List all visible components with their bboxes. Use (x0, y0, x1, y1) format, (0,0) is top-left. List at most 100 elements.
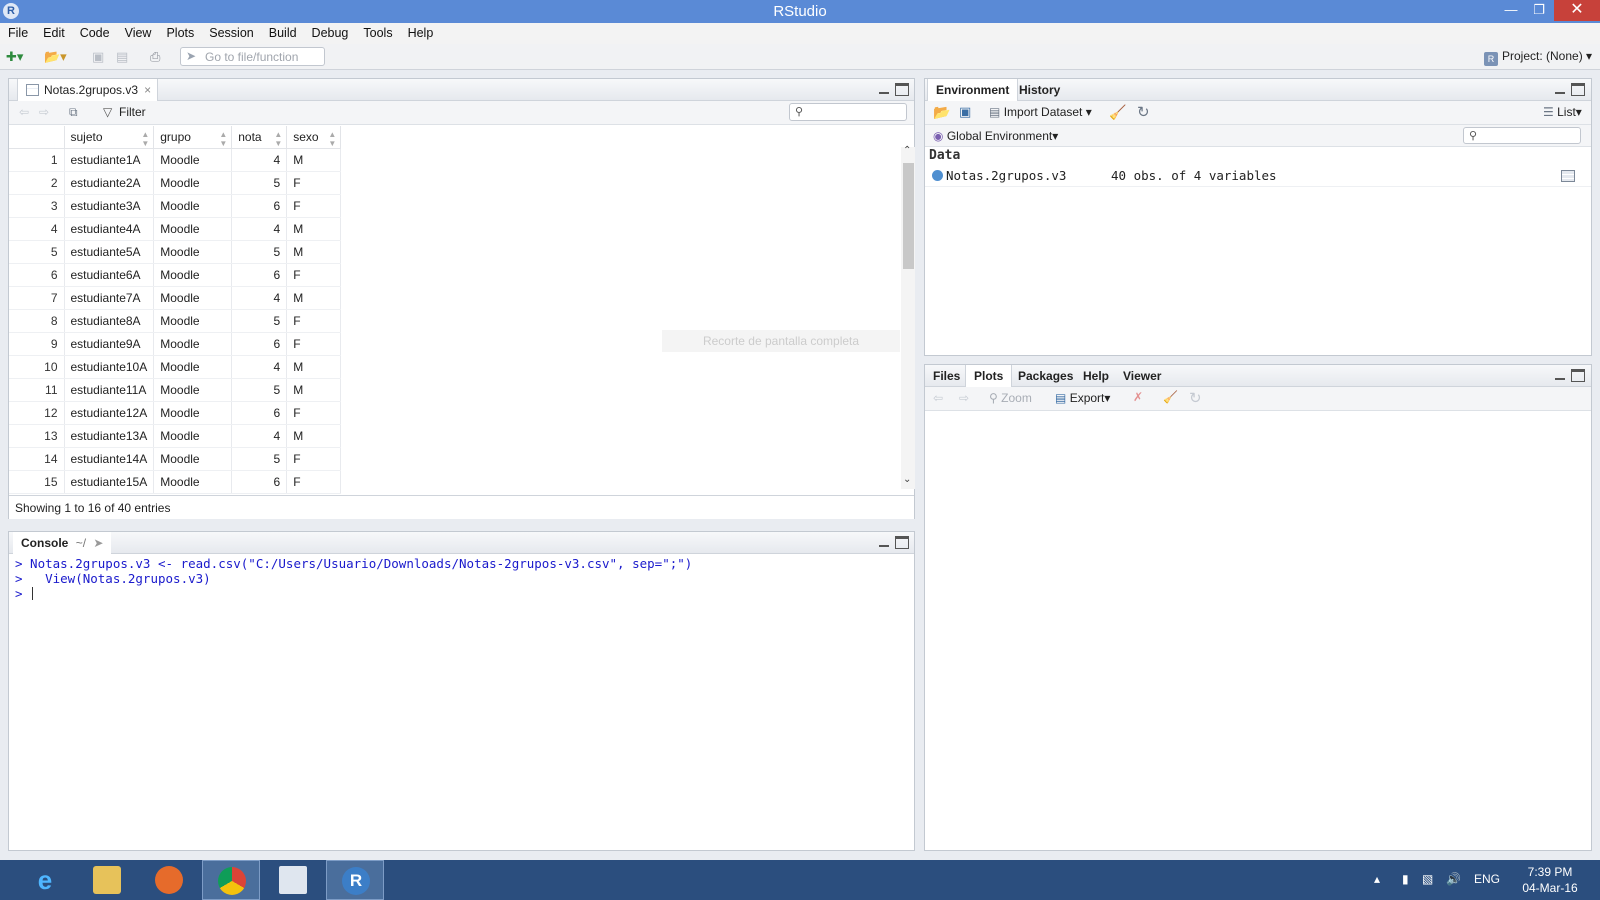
restore-window-button[interactable]: ❐ (1524, 0, 1554, 21)
global-environment-dropdown[interactable]: ◉ Global Environment▾ (933, 129, 1058, 143)
taskbar-internet-explorer[interactable]: e (16, 860, 74, 900)
menu-session[interactable]: Session (201, 23, 260, 40)
volume-icon[interactable]: 🔊 (1446, 872, 1461, 886)
tab-history[interactable]: History (1011, 79, 1068, 101)
maximize-pane-button[interactable] (895, 83, 909, 96)
tab-plots[interactable]: Plots (965, 365, 1013, 387)
popout-icon[interactable]: ⧉ (69, 105, 78, 120)
column-header-grupo[interactable]: grupo ▲ ▼ (153, 126, 233, 149)
column-header-nota[interactable]: nota ▲ ▼ (231, 126, 288, 149)
table-row[interactable]: 1 estudiante1A Moodle 4 M (9, 148, 342, 172)
tab-notas-2grupos[interactable]: Notas.2grupos.v3 × (17, 79, 159, 101)
table-row[interactable]: 8 estudiante8A Moodle 5 F (9, 309, 342, 333)
save-workspace-icon[interactable]: ▣ (959, 104, 971, 120)
table-row[interactable]: 11 estudiante11A Moodle 5 M (9, 378, 342, 402)
table-row[interactable]: 7 estudiante7A Moodle 4 M (9, 286, 342, 310)
table-row[interactable]: 5 estudiante5A Moodle 5 M (9, 240, 342, 264)
environment-item[interactable]: Notas.2grupos.v3 40 obs. of 4 variables (925, 165, 1591, 187)
menu-debug[interactable]: Debug (304, 23, 356, 40)
column-header-sexo[interactable]: sexo ▲ ▼ (286, 126, 342, 149)
go-to-file-input[interactable]: ➤ Go to file/function (180, 47, 325, 66)
table-row[interactable]: 15 estudiante15A Moodle 6 F (9, 470, 342, 494)
table-row[interactable]: 2 estudiante2A Moodle 5 F (9, 171, 342, 195)
table-row[interactable]: 3 estudiante3A Moodle 6 F (9, 194, 342, 218)
data-search-input[interactable]: ⚲ (789, 103, 907, 121)
refresh-plot-icon[interactable]: ↻ (1189, 389, 1202, 407)
network-signal-icon[interactable]: ▧ (1422, 872, 1433, 886)
battery-icon[interactable]: ▮ (1402, 872, 1409, 886)
export-button[interactable]: ▤ Export▾ (1055, 391, 1110, 405)
sort-icon[interactable]: ▲ ▼ (328, 130, 336, 148)
table-row[interactable]: 10 estudiante10A Moodle 4 M (9, 355, 342, 379)
expand-item-icon[interactable] (932, 170, 943, 181)
menu-file[interactable]: File (0, 23, 35, 40)
next-plot-icon[interactable]: ⇨ (959, 391, 969, 405)
remove-plot-icon[interactable]: ✗ (1133, 390, 1143, 404)
minimize-window-button[interactable]: — (1496, 0, 1526, 21)
sort-icon[interactable]: ▲ ▼ (219, 130, 227, 148)
maximize-env-button[interactable] (1571, 83, 1585, 96)
open-file-icon[interactable]: 📂▾ (44, 49, 67, 65)
tab-files[interactable]: Files (925, 365, 968, 387)
import-dataset-button[interactable]: ▤ Import Dataset ▾ (989, 105, 1092, 119)
console-tab[interactable]: Console ~/ ➤ (13, 532, 112, 554)
view-mode-dropdown[interactable]: ☰ List▾ (1543, 105, 1582, 119)
console-output[interactable]: > Notas.2grupos.v3 <- read.csv("C:/Users… (15, 556, 692, 601)
menu-tools[interactable]: Tools (355, 23, 399, 40)
table-row[interactable]: 6 estudiante6A Moodle 6 F (9, 263, 342, 287)
maximize-console-button[interactable] (895, 536, 909, 549)
column-header-sujeto[interactable]: sujeto ▲ ▼ (64, 126, 155, 149)
taskbar-file-explorer[interactable] (78, 860, 136, 900)
table-row[interactable]: 9 estudiante9A Moodle 6 F (9, 332, 342, 356)
load-workspace-icon[interactable]: 📂 (933, 104, 950, 121)
filter-icon[interactable]: ▽ (103, 105, 112, 119)
taskbar-chrome[interactable] (202, 860, 260, 900)
clear-plots-icon[interactable]: 🧹 (1163, 390, 1178, 404)
scrollbar-thumb[interactable] (903, 163, 914, 269)
menu-edit[interactable]: Edit (35, 23, 72, 40)
environment-search-input[interactable]: ⚲ (1463, 127, 1581, 144)
clear-broom-icon[interactable]: 🧹 (1109, 104, 1126, 121)
save-icon[interactable]: ▣ (92, 49, 104, 65)
close-window-button[interactable]: ✕ (1554, 0, 1600, 21)
maximize-files-button[interactable] (1571, 369, 1585, 382)
refresh-icon[interactable]: ↻ (1137, 103, 1150, 121)
console-goto-icon[interactable]: ➤ (93, 536, 103, 550)
scroll-down-icon[interactable]: ⌄ (903, 474, 911, 485)
taskbar-firefox[interactable] (140, 860, 198, 900)
forward-arrow-icon[interactable]: ⇨ (39, 105, 49, 119)
menu-view[interactable]: View (117, 23, 159, 40)
tab-help[interactable]: Help (1075, 365, 1117, 387)
sort-icon[interactable]: ▲ ▼ (274, 130, 282, 148)
system-clock[interactable]: 7:39 PM 04-Mar-16 (1510, 864, 1590, 896)
taskbar-app-window[interactable] (264, 860, 322, 900)
minimize-console-button[interactable] (877, 536, 891, 549)
minimize-pane-button[interactable] (877, 83, 891, 96)
language-indicator[interactable]: ENG (1474, 872, 1500, 886)
save-all-icon[interactable]: ▤ (116, 49, 128, 65)
previous-plot-icon[interactable]: ⇦ (933, 391, 943, 405)
print-icon[interactable]: ⎙ (150, 49, 160, 65)
table-row[interactable]: 4 estudiante4A Moodle 4 M (9, 217, 342, 241)
tab-viewer[interactable]: Viewer (1115, 365, 1169, 387)
table-row[interactable]: 13 estudiante13A Moodle 4 M (9, 424, 342, 448)
back-arrow-icon[interactable]: ⇦ (19, 105, 29, 119)
project-menu[interactable]: R Project: (None) ▾ (1484, 49, 1592, 66)
console-prompt[interactable]: > (15, 586, 692, 601)
minimize-env-button[interactable] (1553, 83, 1567, 96)
menu-build[interactable]: Build (261, 23, 304, 40)
tab-environment[interactable]: Environment (927, 79, 1019, 101)
taskbar-rstudio[interactable]: R (326, 860, 384, 900)
table-row[interactable]: 14 estudiante14A Moodle 5 F (9, 447, 342, 471)
filter-label[interactable]: Filter (119, 105, 146, 119)
new-file-icon[interactable]: ✚▾ (6, 49, 23, 65)
menu-help[interactable]: Help (400, 23, 441, 40)
scroll-up-icon[interactable]: ⌃ (903, 145, 911, 156)
menu-code[interactable]: Code (72, 23, 117, 40)
table-row[interactable]: 12 estudiante12A Moodle 6 F (9, 401, 342, 425)
close-tab-icon[interactable]: × (144, 83, 151, 97)
data-vertical-scrollbar[interactable]: ⌃ ⌄ (901, 145, 915, 489)
show-hidden-icons-icon[interactable]: ▴ (1374, 872, 1380, 886)
view-data-grid-icon[interactable] (1561, 170, 1575, 182)
menu-plots[interactable]: Plots (158, 23, 201, 40)
